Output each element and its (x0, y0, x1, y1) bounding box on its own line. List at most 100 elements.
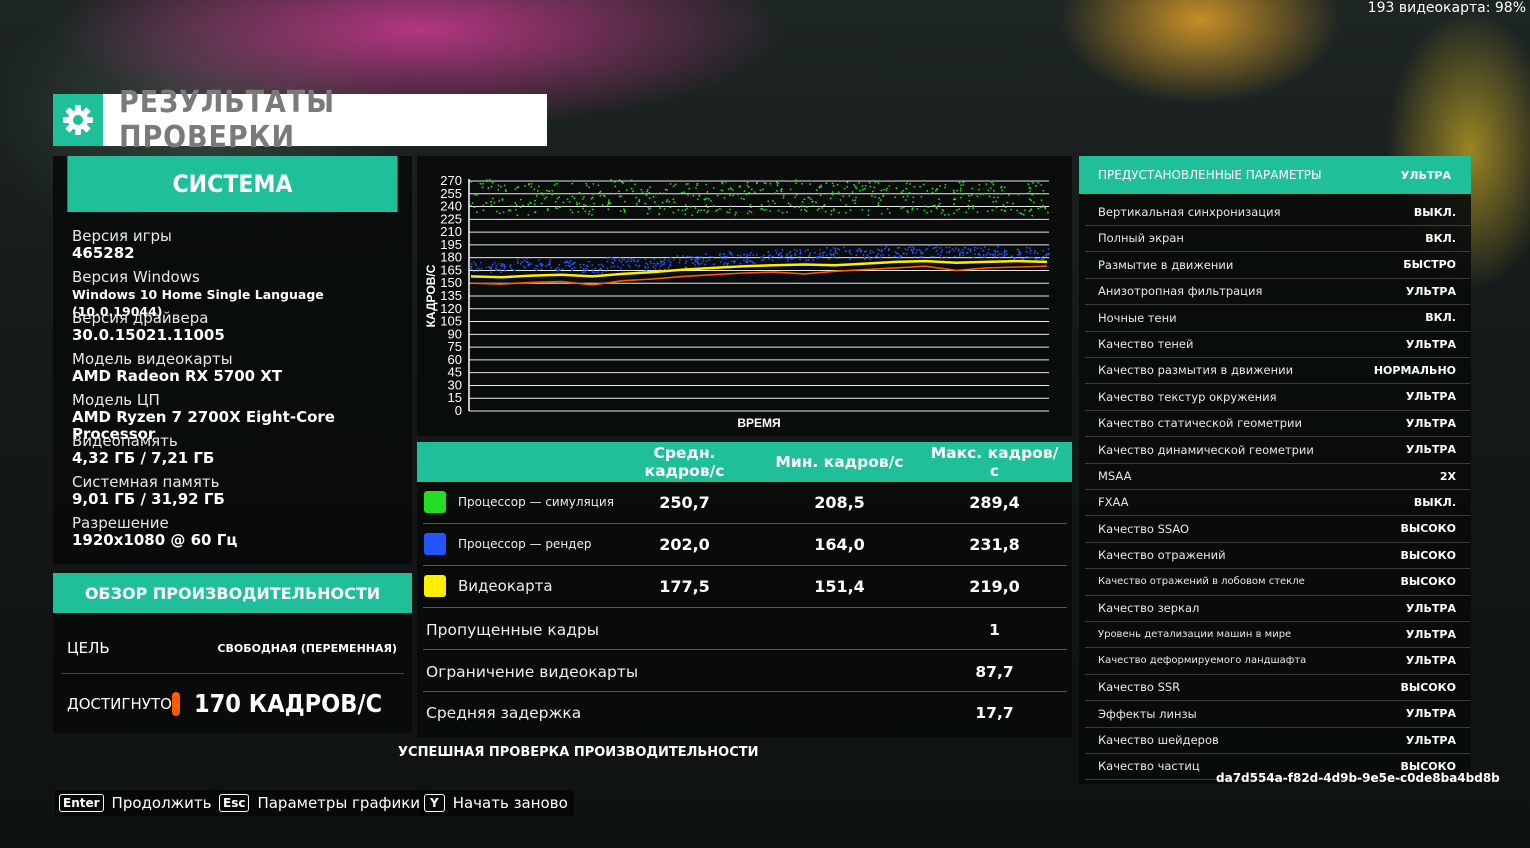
data-point (805, 210, 808, 212)
graphics-settings-button[interactable]: Esc Параметры графики (215, 790, 427, 816)
data-point (477, 270, 479, 273)
stats-max: 219,0 (969, 576, 1020, 596)
data-point (753, 262, 756, 265)
data-point (906, 209, 909, 212)
setting-row: Качество отражений ВЫСОКО (1085, 542, 1470, 570)
data-point (652, 195, 655, 198)
data-point (972, 256, 975, 259)
data-point (911, 207, 914, 210)
data-point (519, 206, 522, 209)
data-point (866, 254, 869, 257)
data-point (706, 206, 709, 209)
data-point (490, 266, 493, 268)
data-point (646, 212, 649, 215)
data-point (967, 204, 970, 207)
data-point (529, 201, 532, 204)
data-point (977, 253, 980, 256)
data-point (1028, 210, 1031, 213)
data-point (698, 257, 701, 260)
data-point (992, 253, 995, 256)
stats-max: 289,4 (969, 492, 1020, 512)
data-point (515, 204, 518, 206)
data-point (895, 252, 898, 255)
data-point (495, 266, 497, 269)
data-point (721, 257, 724, 260)
data-point (582, 263, 585, 266)
data-point (589, 205, 592, 208)
data-point (777, 182, 779, 185)
data-point (931, 191, 934, 194)
setting-name: Качество SSAO (1098, 521, 1190, 536)
data-point (769, 210, 772, 213)
setting-name: Полный экран (1098, 231, 1184, 246)
data-point (787, 202, 790, 205)
y-tick-label: 135 (440, 288, 462, 303)
data-point (985, 183, 988, 186)
stats-avg: 250,7 (659, 492, 710, 512)
data-point (475, 211, 478, 214)
data-point (577, 211, 580, 213)
data-point (913, 185, 916, 188)
data-point (872, 190, 874, 193)
data-point (949, 250, 951, 252)
data-point (751, 261, 754, 264)
setting-name: Анизотропная фильтрация (1098, 284, 1263, 299)
data-point (913, 248, 916, 250)
data-point (580, 266, 582, 269)
setting-value: ВЫКЛ. (1413, 205, 1456, 219)
data-point (694, 264, 697, 266)
data-point (1023, 209, 1026, 212)
setting-value: 2X (1439, 469, 1456, 483)
restart-button[interactable]: Y Начать заново (420, 790, 574, 816)
data-point (503, 263, 506, 266)
data-point (993, 196, 995, 199)
system-row-ram: Системная память 9,01 ГБ / 31,92 ГБ (72, 474, 412, 515)
data-point (980, 247, 982, 250)
data-point (1026, 192, 1029, 195)
data-point (685, 183, 688, 186)
data-point (592, 193, 595, 196)
data-point (849, 209, 852, 211)
data-point (905, 252, 908, 255)
data-point (659, 268, 661, 271)
data-point (473, 270, 475, 273)
data-point (794, 196, 796, 199)
setting-row: Качество SSAO ВЫСОКО (1085, 516, 1470, 543)
data-point (611, 257, 614, 259)
data-point (992, 189, 995, 192)
data-point (937, 253, 940, 256)
system-row-gpu-model: Модель видеокарты AMD Radeon RX 5700 XT (72, 351, 412, 392)
continue-button[interactable]: Enter Продолжить (55, 790, 218, 816)
data-point (745, 193, 748, 196)
system-row-windows-version: Версия Windows Windows 10 Home Single La… (72, 269, 412, 320)
data-point (547, 264, 550, 266)
preset-value: УЛЬТРА (1400, 168, 1451, 182)
data-point (570, 263, 573, 266)
data-point (776, 184, 779, 187)
data-point (705, 197, 708, 200)
data-point (644, 202, 647, 205)
data-point (581, 198, 584, 200)
data-point (1042, 258, 1045, 261)
data-point (594, 267, 597, 270)
data-point (582, 271, 585, 274)
data-point (587, 260, 590, 263)
data-point (554, 200, 557, 203)
data-point (672, 198, 675, 201)
data-point (962, 254, 965, 257)
data-point (585, 264, 588, 267)
data-point (939, 246, 942, 249)
data-point (832, 209, 835, 212)
data-point (882, 194, 885, 197)
data-point (905, 182, 908, 185)
data-point (972, 207, 974, 210)
setting-value: УЛЬТРА (1405, 284, 1456, 298)
data-point (583, 195, 585, 198)
data-point (618, 195, 621, 198)
data-point (970, 194, 973, 197)
data-point (747, 186, 750, 188)
y-tick-label: 150 (440, 275, 462, 290)
data-point (571, 195, 574, 198)
data-point (825, 182, 828, 184)
data-point (983, 246, 986, 248)
